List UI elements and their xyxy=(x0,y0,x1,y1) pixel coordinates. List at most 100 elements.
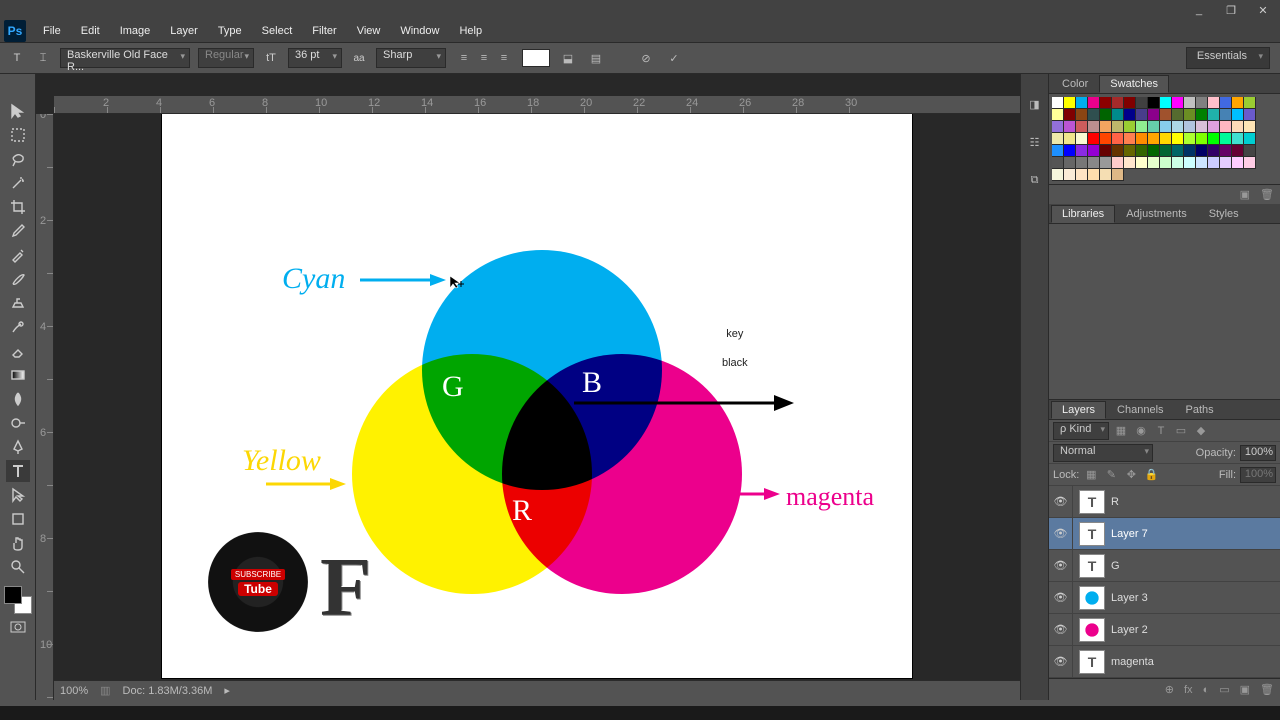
swatch[interactable] xyxy=(1160,145,1172,157)
layer-name-label[interactable]: magenta xyxy=(1111,656,1154,668)
filter-pixel-icon[interactable]: ▦ xyxy=(1113,423,1129,439)
lock-transparency-icon[interactable]: ▦ xyxy=(1083,467,1099,483)
layer-name-label[interactable]: R xyxy=(1111,496,1119,508)
status-expand-icon[interactable]: ▸ xyxy=(224,684,230,697)
swatch[interactable] xyxy=(1100,133,1112,145)
swatch[interactable] xyxy=(1172,121,1184,133)
gradient-tool-icon[interactable] xyxy=(6,364,30,386)
swatch[interactable] xyxy=(1076,157,1088,169)
swatch[interactable] xyxy=(1196,109,1208,121)
swatch[interactable] xyxy=(1064,109,1076,121)
swatch[interactable] xyxy=(1220,121,1232,133)
magic-wand-tool-icon[interactable] xyxy=(6,172,30,194)
layer-name-label[interactable]: Layer 3 xyxy=(1111,592,1148,604)
type-tool-icon[interactable] xyxy=(6,460,30,482)
swatch[interactable] xyxy=(1064,157,1076,169)
swatch[interactable] xyxy=(1196,157,1208,169)
swatch[interactable] xyxy=(1208,133,1220,145)
lasso-tool-icon[interactable] xyxy=(6,148,30,170)
window-maximize-button[interactable]: ❐ xyxy=(1218,2,1244,18)
swatch[interactable] xyxy=(1064,97,1076,109)
swatch[interactable] xyxy=(1208,97,1220,109)
layer-thumbnail[interactable] xyxy=(1079,522,1105,546)
swatch[interactable] xyxy=(1148,97,1160,109)
swatch[interactable] xyxy=(1220,133,1232,145)
clone-stamp-tool-icon[interactable] xyxy=(6,292,30,314)
layer-thumbnail[interactable] xyxy=(1079,586,1105,610)
blend-mode-select[interactable]: Normal xyxy=(1053,444,1153,462)
swatch[interactable] xyxy=(1112,145,1124,157)
swatch[interactable] xyxy=(1172,109,1184,121)
link-layers-icon[interactable]: ⊕ xyxy=(1165,683,1174,696)
swatch[interactable] xyxy=(1220,109,1232,121)
layer-row[interactable]: 👁G xyxy=(1049,550,1280,582)
layer-row[interactable]: 👁 Layer 2 xyxy=(1049,614,1280,646)
zoom-level[interactable]: 100% xyxy=(60,685,88,697)
adjustments-tab[interactable]: Adjustments xyxy=(1115,205,1198,223)
healing-brush-tool-icon[interactable] xyxy=(6,244,30,266)
antialias-select[interactable]: Sharp xyxy=(376,48,446,68)
swatch[interactable] xyxy=(1052,121,1064,133)
swatch[interactable] xyxy=(1160,109,1172,121)
layer-visibility-icon[interactable]: 👁 xyxy=(1049,486,1073,517)
menu-help[interactable]: Help xyxy=(450,22,491,40)
swatch[interactable] xyxy=(1244,145,1256,157)
pen-tool-icon[interactable] xyxy=(6,436,30,458)
swatch[interactable] xyxy=(1148,133,1160,145)
swatch[interactable] xyxy=(1244,97,1256,109)
menu-file[interactable]: File xyxy=(34,22,70,40)
swatch[interactable] xyxy=(1160,121,1172,133)
swatch-grid[interactable] xyxy=(1049,94,1267,184)
new-layer-icon[interactable]: ▣ xyxy=(1240,683,1250,696)
menu-type[interactable]: Type xyxy=(209,22,251,40)
swatch[interactable] xyxy=(1088,169,1100,181)
swatch[interactable] xyxy=(1064,121,1076,133)
dock-histogram-icon[interactable]: ◨ xyxy=(1025,94,1045,114)
layer-name-label[interactable]: Layer 2 xyxy=(1111,624,1148,636)
swatch[interactable] xyxy=(1172,133,1184,145)
swatch[interactable] xyxy=(1208,121,1220,133)
align-center-icon[interactable]: ≡ xyxy=(474,48,494,68)
swatch[interactable] xyxy=(1076,121,1088,133)
swatch[interactable] xyxy=(1196,145,1208,157)
menu-edit[interactable]: Edit xyxy=(72,22,109,40)
swatch[interactable] xyxy=(1112,133,1124,145)
character-panel-icon[interactable]: ▤ xyxy=(586,48,606,68)
swatch[interactable] xyxy=(1112,169,1124,181)
layer-thumbnail[interactable] xyxy=(1079,650,1105,674)
active-tool-icon[interactable]: T xyxy=(8,49,26,67)
menu-view[interactable]: View xyxy=(348,22,390,40)
swatch[interactable] xyxy=(1220,145,1232,157)
layer-filter-kind-select[interactable]: ρ Kind xyxy=(1053,422,1109,440)
foreground-color-swatch[interactable] xyxy=(4,586,22,604)
swatch[interactable] xyxy=(1076,133,1088,145)
swatch[interactable] xyxy=(1172,97,1184,109)
layer-visibility-icon[interactable]: 👁 xyxy=(1049,614,1073,645)
swatch[interactable] xyxy=(1220,97,1232,109)
swatch[interactable] xyxy=(1112,121,1124,133)
swatch[interactable] xyxy=(1148,145,1160,157)
quick-mask-icon[interactable] xyxy=(6,620,30,634)
commit-edit-icon[interactable]: ✓ xyxy=(664,48,684,68)
swatch[interactable] xyxy=(1052,145,1064,157)
swatch[interactable] xyxy=(1148,109,1160,121)
styles-tab[interactable]: Styles xyxy=(1198,205,1250,223)
swatch[interactable] xyxy=(1052,109,1064,121)
text-orientation-icon[interactable]: ⌶ xyxy=(34,49,52,67)
align-right-icon[interactable]: ≡ xyxy=(494,48,514,68)
crop-tool-icon[interactable] xyxy=(6,196,30,218)
filter-adjust-icon[interactable]: ◉ xyxy=(1133,423,1149,439)
swatch[interactable] xyxy=(1172,157,1184,169)
swatch[interactable] xyxy=(1124,145,1136,157)
swatch[interactable] xyxy=(1100,169,1112,181)
delete-swatch-icon[interactable]: 🗑 xyxy=(1260,188,1274,201)
swatch[interactable] xyxy=(1064,145,1076,157)
swatch[interactable] xyxy=(1064,169,1076,181)
new-group-icon[interactable]: ▭ xyxy=(1219,683,1229,696)
brush-tool-icon[interactable] xyxy=(6,268,30,290)
cancel-edit-icon[interactable]: ⊘ xyxy=(636,48,656,68)
swatch[interactable] xyxy=(1088,121,1100,133)
swatch[interactable] xyxy=(1136,145,1148,157)
swatch[interactable] xyxy=(1232,157,1244,169)
swatch[interactable] xyxy=(1112,157,1124,169)
